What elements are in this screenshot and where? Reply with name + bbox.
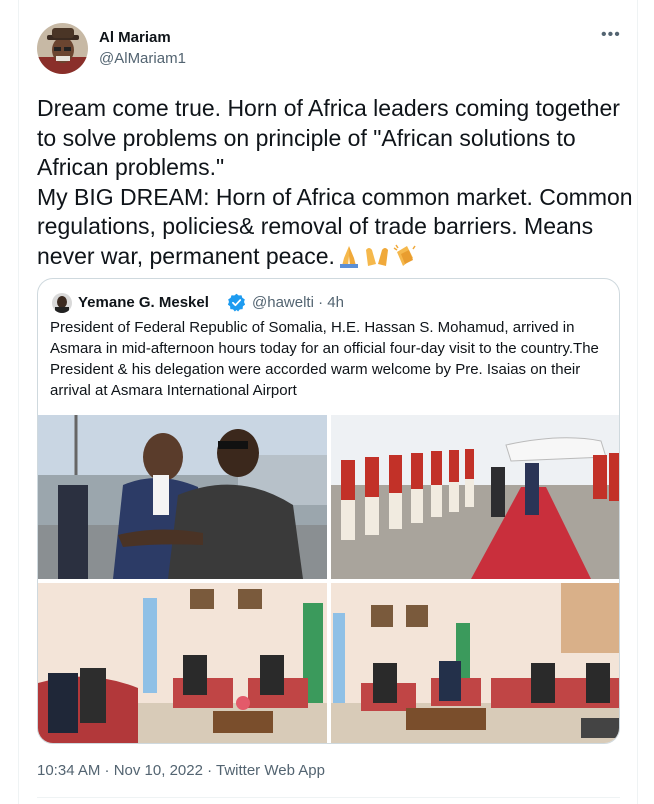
tweet-body: Dream come true. Horn of Africa leaders … xyxy=(37,94,637,271)
divider xyxy=(37,797,620,798)
quoted-tweet[interactable]: Yemane G. Meskel @hawelti · 4h President… xyxy=(37,278,620,744)
tweet-text: Dream come true. Horn of Africa leaders … xyxy=(37,95,633,269)
author-avatar[interactable] xyxy=(37,23,88,74)
quoted-handle-time[interactable]: @hawelti · 4h xyxy=(252,294,344,311)
verified-badge-icon xyxy=(227,293,246,312)
clapping-hands-icon xyxy=(391,244,419,268)
tweet-timestamp[interactable]: 10:34 AM · Nov 10, 2022 · Twitter Web Ap… xyxy=(37,762,325,779)
author-display-name[interactable]: Al Mariam xyxy=(99,29,171,46)
quoted-text: President of Federal Republic of Somalia… xyxy=(50,319,599,399)
airport-embrace-photo[interactable] xyxy=(38,415,327,579)
photo-grid xyxy=(38,415,619,743)
guard-of-honour-photo[interactable] xyxy=(331,415,619,579)
folded-hands-icon xyxy=(335,244,363,268)
meeting-room-photo-left[interactable] xyxy=(38,583,327,743)
quoted-author-avatar[interactable] xyxy=(52,293,72,313)
author-handle[interactable]: @AlMariam1 xyxy=(99,50,186,67)
meeting-room-photo-right[interactable] xyxy=(331,583,619,743)
quoted-display-name[interactable]: Yemane G. Meskel xyxy=(78,294,209,311)
more-options-icon[interactable]: ••• xyxy=(601,27,621,43)
open-hands-icon xyxy=(363,244,391,268)
